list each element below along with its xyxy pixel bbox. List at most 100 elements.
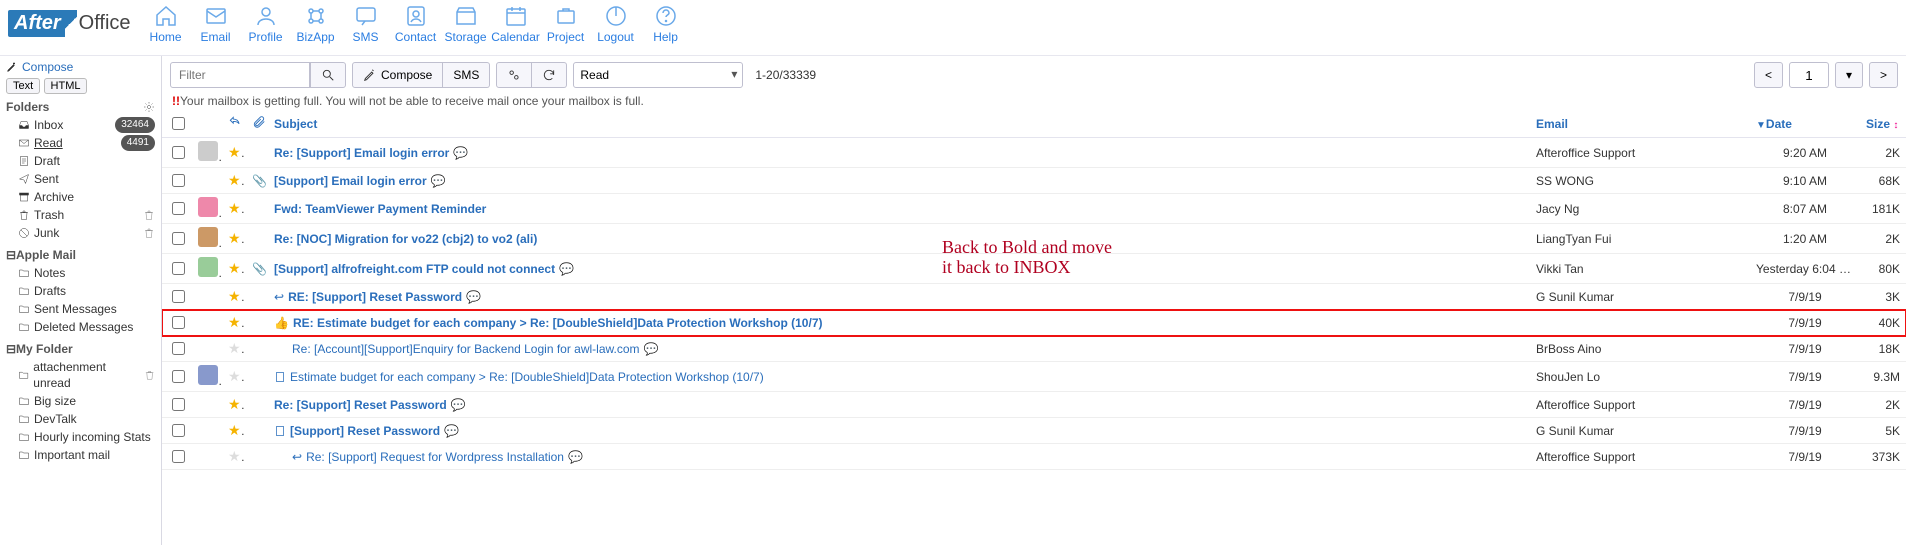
folder-attachenment-unread[interactable]: attachenment unread [6,358,155,392]
refresh-button[interactable] [532,62,567,88]
subject-link[interactable]: [Support] Email login error [274,174,427,188]
logo[interactable]: After Office [8,10,131,37]
row-checkbox[interactable] [172,424,185,437]
folder-hourly-incoming-stats[interactable]: Hourly incoming Stats [6,428,155,446]
mail-row[interactable]: ★ Estimate budget for each company > Re: … [162,362,1906,392]
page-number-input[interactable] [1789,62,1829,88]
nav-home[interactable]: Home [141,4,191,44]
nav-calendar[interactable]: Calendar [491,4,541,44]
my-folder-header[interactable]: ⊟ My Folder [6,342,155,356]
folder-inbox[interactable]: Inbox32464 [6,116,155,134]
folder-devtalk[interactable]: DevTalk [6,410,155,428]
trash-icon[interactable] [144,369,155,381]
compose-link[interactable]: Compose [22,60,73,74]
subject-link[interactable]: Fwd: TeamViewer Payment Reminder [274,202,486,216]
row-checkbox[interactable] [172,398,185,411]
compose-html-button[interactable]: HTML [44,78,88,94]
search-button[interactable] [310,62,346,88]
row-checkbox[interactable] [172,450,185,463]
mail-row[interactable]: ★↩Re: [Support] Request for Wordpress In… [162,444,1906,470]
mail-row[interactable]: ★👍RE: Estimate budget for each company >… [162,310,1906,336]
sms-button[interactable]: SMS [443,62,490,88]
mail-row[interactable]: ★ Re: [Account][Support]Enquiry for Backe… [162,336,1906,362]
star-icon[interactable]: ★ [228,422,246,438]
col-email[interactable]: Email [1530,110,1750,138]
mail-row[interactable]: ★📎[Support] alfrofreight.com FTP could n… [162,254,1906,284]
folder-important-mail[interactable]: Important mail [6,446,155,464]
subject-link[interactable]: [Support] Reset Password [290,424,440,438]
star-icon[interactable]: ★ [228,288,246,304]
mail-row[interactable]: ★ Re: [NOC] Migration for vo22 (cbj2) to … [162,224,1906,254]
subject-link[interactable]: Re: [Support] Reset Password [274,398,447,412]
nav-logout[interactable]: Logout [591,4,641,44]
col-flags[interactable] [222,110,246,138]
subject-link[interactable]: Re: [NOC] Migration for vo22 (cbj2) to v… [274,232,537,246]
star-icon[interactable]: ★ [228,230,246,246]
mail-row[interactable]: ★Fwd: TeamViewer Payment ReminderJacy Ng… [162,194,1906,224]
subject-link[interactable]: RE: [Support] Reset Password [288,290,462,304]
folder-sent-messages[interactable]: Sent Messages [6,300,155,318]
nav-storage[interactable]: Storage [441,4,491,44]
folder-read[interactable]: Read4491 [6,134,155,152]
star-icon[interactable]: ★ [228,172,246,188]
nav-bizapp[interactable]: BizApp [291,4,341,44]
trash-icon[interactable] [143,209,155,221]
folder-notes[interactable]: Notes [6,264,155,282]
folder-sent[interactable]: Sent [6,170,155,188]
page-dropdown-button[interactable]: ▾ [1835,62,1863,88]
folder-trash[interactable]: Trash [6,206,155,224]
prev-page-button[interactable]: < [1754,62,1783,88]
star-icon[interactable]: ★ [228,368,246,384]
subject-link[interactable]: RE: Estimate budget for each company > R… [293,316,823,330]
row-checkbox[interactable] [172,202,185,215]
col-subject[interactable]: Subject [268,110,1530,138]
star-icon[interactable]: ★ [228,144,246,160]
subject-link[interactable]: Re: [Account][Support]Enquiry for Backen… [292,342,640,356]
col-attach[interactable] [246,110,268,138]
row-checkbox[interactable] [172,290,185,303]
folder-junk[interactable]: Junk [6,224,155,242]
collapse-icon[interactable]: ⊟ [6,248,16,262]
mail-row[interactable]: ★📎[Support] Email login error 💬SS WONG9:… [162,168,1906,194]
folder-big-size[interactable]: Big size [6,392,155,410]
row-checkbox[interactable] [172,174,185,187]
compose-button[interactable]: Compose [352,62,443,88]
row-checkbox[interactable] [172,316,185,329]
row-checkbox[interactable] [172,262,185,275]
nav-contact[interactable]: Contact [391,4,441,44]
row-checkbox[interactable] [172,146,185,159]
nav-project[interactable]: Project [541,4,591,44]
folder-drafts[interactable]: Drafts [6,282,155,300]
folder-deleted-messages[interactable]: Deleted Messages [6,318,155,336]
subject-link[interactable]: Re: [Support] Request for Wordpress Inst… [306,450,564,464]
subject-link[interactable]: Estimate budget for each company > Re: [… [290,370,764,384]
star-icon[interactable]: ★ [228,396,246,412]
col-date[interactable]: ▼Date [1750,110,1860,138]
filter-input[interactable] [170,62,310,88]
nav-email[interactable]: Email [191,4,241,44]
col-size[interactable]: Size ↕ [1860,110,1906,138]
settings-button[interactable] [496,62,532,88]
mail-row[interactable]: ★[Support] Reset Password 💬G Sunil Kumar… [162,418,1906,444]
view-select[interactable]: Read [573,62,743,88]
nav-sms[interactable]: SMS [341,4,391,44]
row-checkbox[interactable] [172,342,185,355]
star-icon[interactable]: ★ [228,314,246,330]
subject-link[interactable]: Re: [Support] Email login error [274,146,449,160]
star-icon[interactable]: ★ [228,340,246,356]
star-icon[interactable]: ★ [228,200,246,216]
nav-help[interactable]: Help [641,4,691,44]
mail-row[interactable]: ★Re: [Support] Reset Password 💬Afteroffi… [162,392,1906,418]
compose-text-button[interactable]: Text [6,78,40,94]
mail-row[interactable]: ★↩RE: [Support] Reset Password 💬G Sunil … [162,284,1906,310]
gear-icon[interactable] [143,101,155,113]
apple-mail-header[interactable]: ⊟ Apple Mail [6,248,155,262]
row-checkbox[interactable] [172,370,185,383]
star-icon[interactable]: ★ [228,260,246,276]
folder-draft[interactable]: Draft [6,152,155,170]
star-icon[interactable]: ★ [228,448,246,464]
select-all-checkbox[interactable] [172,117,185,130]
folder-archive[interactable]: Archive [6,188,155,206]
mail-row[interactable]: ★Re: [Support] Email login error 💬Aftero… [162,138,1906,168]
trash-icon[interactable] [143,227,155,239]
